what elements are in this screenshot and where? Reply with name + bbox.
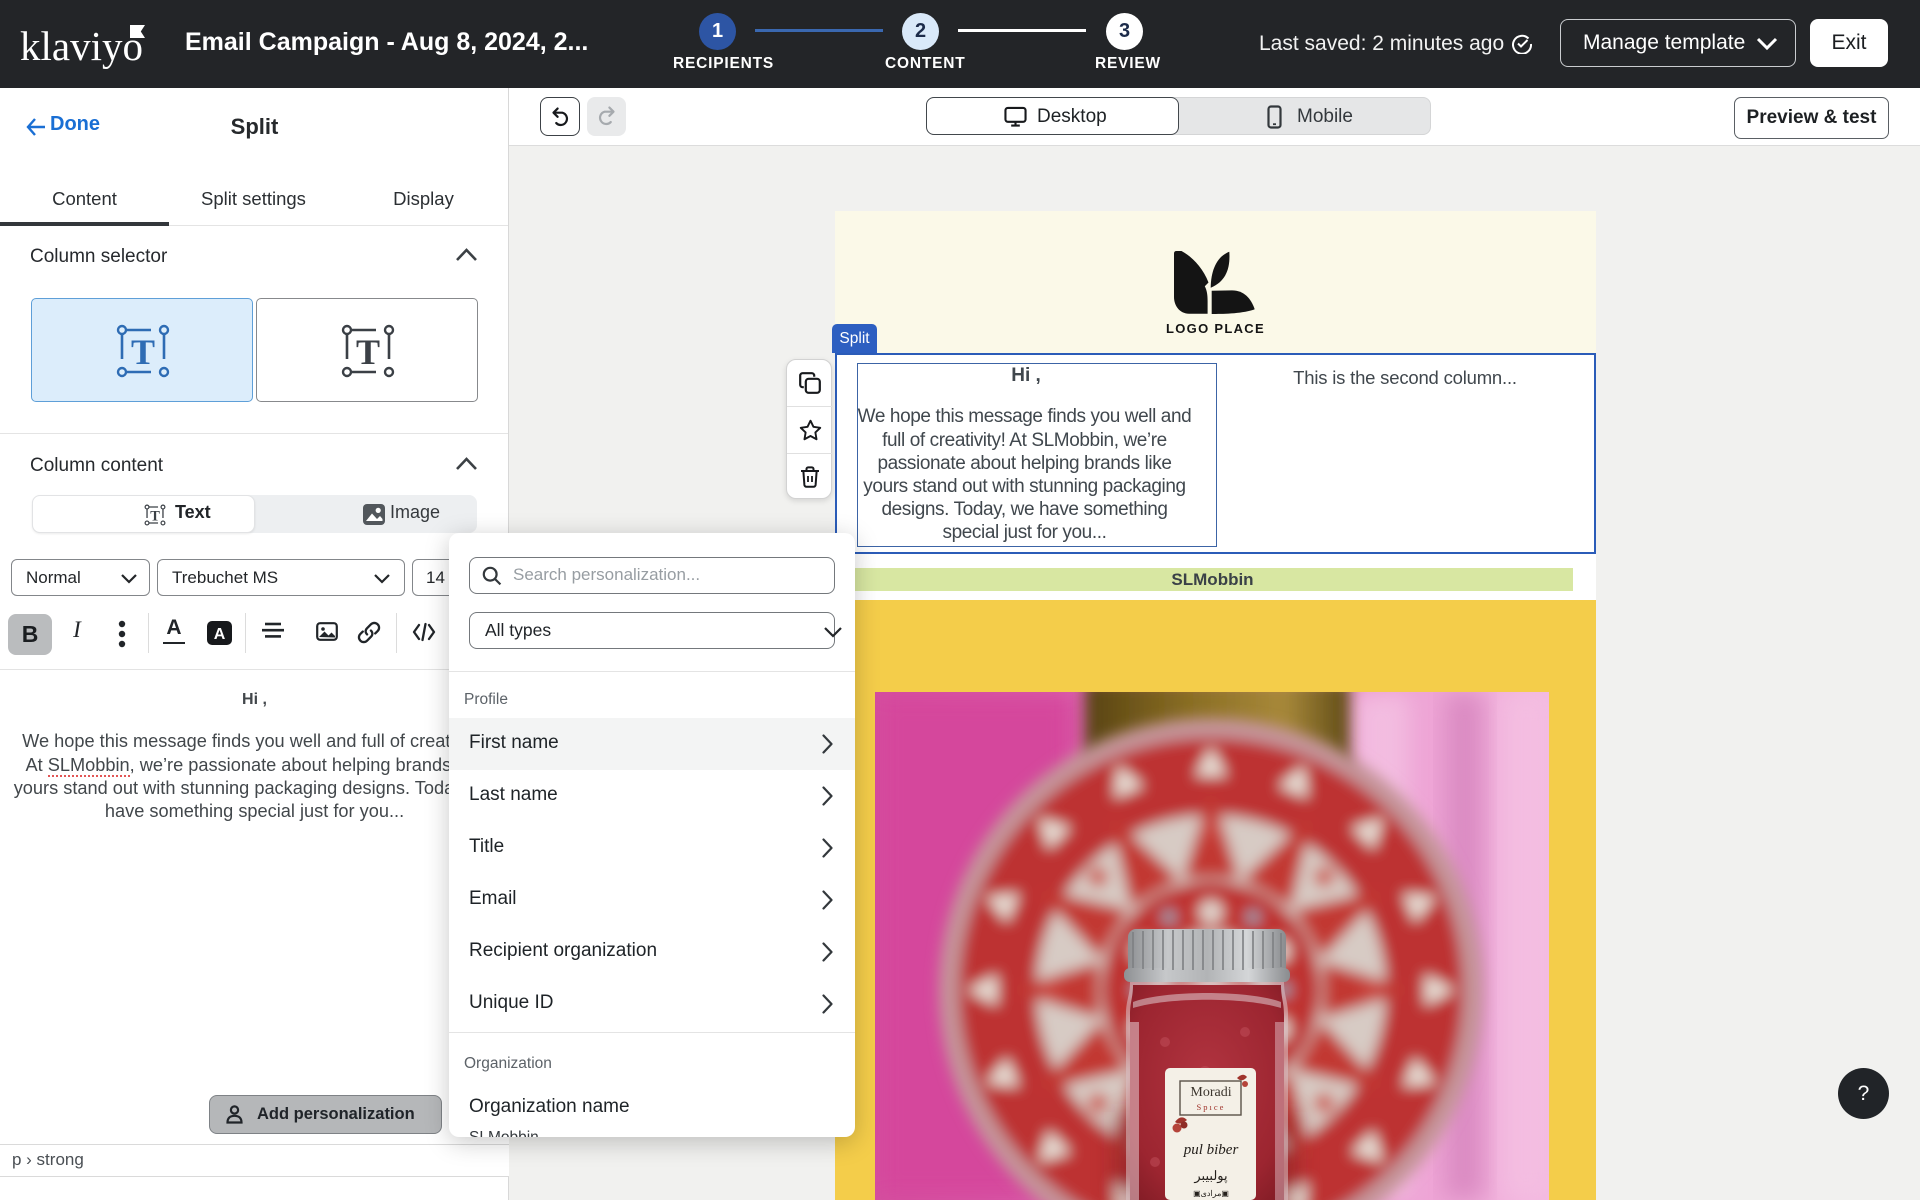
svg-text:▣مرادی▣: ▣مرادی▣ bbox=[1193, 1189, 1229, 1198]
svg-text:T: T bbox=[131, 332, 155, 372]
svg-text:T: T bbox=[150, 508, 160, 524]
svg-text:پولبیبر: پولبیبر bbox=[1193, 1168, 1228, 1184]
svg-text:pul biber: pul biber bbox=[1183, 1142, 1239, 1158]
svg-text:A: A bbox=[214, 626, 226, 643]
svg-text:T: T bbox=[356, 332, 380, 372]
svg-text:Spıce: Spıce bbox=[1197, 1102, 1226, 1112]
svg-text:Moradi: Moradi bbox=[1190, 1085, 1231, 1100]
